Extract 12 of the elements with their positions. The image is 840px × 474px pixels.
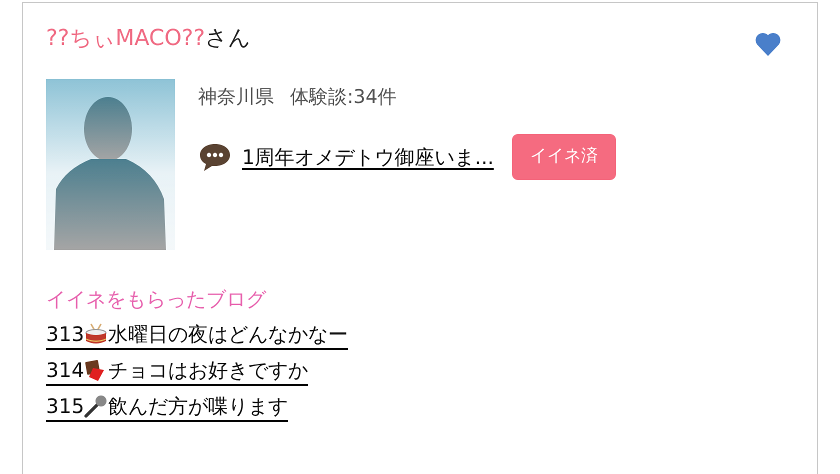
blog-link[interactable]: 315 飲んだ方が喋ります [46,392,288,422]
drum-icon [84,322,108,346]
post-link[interactable]: 1周年オメデトウ御座いま... [242,142,494,172]
speech-bubble-icon [198,142,232,172]
heart-icon[interactable] [755,32,781,56]
prefecture-label: 神奈川県 [198,85,274,110]
section-heading: イイネをもらったブログ [46,286,268,313]
blog-link[interactable]: 313 水曜日の夜はどんなかなー [46,320,348,350]
microphone-icon [84,394,108,418]
review-count: 体験談:34件 [290,85,397,110]
blog-link[interactable]: 314 チョコはお好きですか [46,356,308,386]
user-name: ??ちぃMACO??さん [46,25,252,52]
